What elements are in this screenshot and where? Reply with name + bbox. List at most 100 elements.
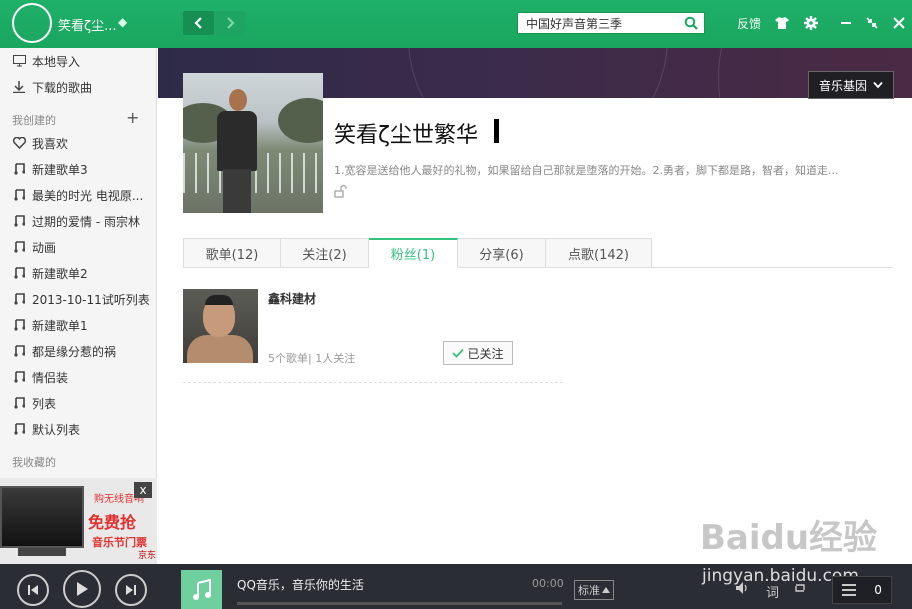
music-note-icon <box>12 319 26 331</box>
music-note-icon <box>12 397 26 409</box>
progress-bar[interactable] <box>237 602 562 605</box>
search-input[interactable] <box>518 13 678 33</box>
sidebar-item-playlist[interactable]: 默认列表 <box>0 416 157 442</box>
close-icon[interactable] <box>890 14 908 32</box>
ad-tv-stand <box>18 548 66 556</box>
photo-person-body <box>217 111 257 171</box>
sidebar-item-label: 新建歌单3 <box>32 162 88 177</box>
baidu-watermark: Baidu经验 <box>700 518 878 558</box>
tab-shares[interactable]: 分享(6) <box>458 238 546 268</box>
playlist-button[interactable]: 0 <box>832 576 892 604</box>
previous-icon <box>28 585 38 595</box>
add-playlist-icon[interactable]: + <box>126 108 139 127</box>
profile-tabs: 歌单(12) 关注(2) 粉丝(1) 分享(6) 点歌(142) <box>183 238 652 268</box>
vip-diamond-icon[interactable]: ◆ <box>118 15 127 29</box>
ad-close-button[interactable]: x <box>134 482 152 498</box>
banner-decoration <box>408 48 668 98</box>
sidebar-item-label: 新建歌单1 <box>32 318 88 333</box>
album-cover[interactable] <box>181 570 222 609</box>
collected-section-heading: 我收藏的 <box>12 456 56 469</box>
chevron-left-icon <box>193 17 202 29</box>
username-label[interactable]: 笑看ζ尘... <box>58 15 116 34</box>
fan-name[interactable]: 鑫科建材 <box>268 290 316 307</box>
play-time: 00:00 <box>532 577 564 590</box>
fan-divider <box>183 382 563 383</box>
profile-photo <box>183 73 323 213</box>
sidebar-item-label: 默认列表 <box>32 422 81 437</box>
settings-gear-icon[interactable] <box>802 14 820 32</box>
followed-button[interactable]: 已关注 <box>443 341 513 365</box>
tab-song-requests[interactable]: 点歌(142) <box>546 238 652 268</box>
nav-buttons <box>183 11 245 35</box>
forward-button[interactable] <box>214 11 245 35</box>
sidebar-item-playlist[interactable]: 列表 <box>0 390 157 416</box>
tab-following[interactable]: 关注(2) <box>281 238 369 268</box>
now-playing-title: QQ音乐，音乐你的生活 <box>237 578 364 592</box>
sidebar-item-playlist[interactable]: 新建歌单3 <box>0 156 157 182</box>
sidebar-item-label: 都是缘分惹的祸 <box>32 344 117 359</box>
created-section-heading: 我创建的 <box>12 114 56 127</box>
sidebar-item-downloads[interactable]: 下载的歌曲 <box>0 74 157 100</box>
previous-button[interactable] <box>17 574 49 606</box>
music-note-icon <box>12 241 26 253</box>
sidebar-item-playlist[interactable]: 动画 <box>0 234 157 260</box>
mini-mode-icon[interactable] <box>863 14 881 32</box>
photo-person-legs <box>223 169 251 213</box>
ad-brand: 京东 <box>138 551 157 561</box>
search-box <box>517 12 705 34</box>
sidebar-item-label: 动画 <box>32 240 57 255</box>
sidebar-item-playlist[interactable]: 都是缘分惹的祸 <box>0 338 157 364</box>
skin-shirt-icon[interactable] <box>773 14 791 32</box>
sidebar-item-playlist[interactable]: 新建歌单2 <box>0 260 157 286</box>
sidebar-item-label: 最美的时光 电视原... <box>32 188 144 203</box>
fan-avatar-body <box>187 335 253 363</box>
music-note-icon <box>12 215 26 227</box>
feedback-link[interactable]: 反馈 <box>737 15 761 32</box>
user-avatar[interactable] <box>12 3 52 43</box>
playlist-icon <box>842 584 857 596</box>
monitor-icon <box>12 55 26 67</box>
quality-selector[interactable]: 标准 <box>574 580 614 600</box>
music-note-icon <box>12 189 26 201</box>
photo-person-head <box>229 89 247 111</box>
music-note-icon <box>12 371 26 383</box>
chevron-down-icon <box>873 81 883 89</box>
chevron-right-icon <box>226 17 235 29</box>
fan-avatar[interactable] <box>183 289 258 363</box>
tab-playlists[interactable]: 歌单(12) <box>183 238 281 268</box>
sidebar-ad-banner[interactable]: 购无线音响 免费抢 音乐节门票 京东 x <box>0 478 157 564</box>
followed-label: 已关注 <box>467 346 504 361</box>
caret-up-icon <box>602 587 610 593</box>
play-button[interactable] <box>63 570 101 608</box>
sidebar-item-playlist[interactable]: 情侣装 <box>0 364 157 390</box>
sidebar: 本地导入 下载的歌曲 我创建的 + 我喜欢 新建歌单3 最美的时光 电视原...… <box>0 48 157 564</box>
music-note-icon <box>192 578 211 600</box>
music-note-icon <box>12 163 26 175</box>
download-icon <box>12 81 26 93</box>
next-button[interactable] <box>115 574 147 606</box>
sidebar-item-local-import[interactable]: 本地导入 <box>0 48 157 74</box>
sidebar-item-playlist[interactable]: 2013-10-11试听列表 <box>0 286 157 312</box>
minimize-icon[interactable] <box>837 14 855 32</box>
sidebar-item-playlist[interactable]: 新建歌单1 <box>0 312 157 338</box>
unlock-icon[interactable] <box>334 184 348 198</box>
sidebar-item-playlist[interactable]: 最美的时光 电视原... <box>0 182 157 208</box>
heart-icon <box>12 137 26 149</box>
tab-fans[interactable]: 粉丝(1) <box>369 238 458 268</box>
search-icon[interactable] <box>684 16 698 30</box>
back-button[interactable] <box>183 11 214 35</box>
sidebar-item-label: 新建歌单2 <box>32 266 88 281</box>
music-note-icon <box>12 293 26 305</box>
music-note-icon <box>12 267 26 279</box>
sidebar-item-label: 过期的爱情 - 雨宗林 <box>32 214 140 229</box>
top-bar: 笑看ζ尘... ◆ 反馈 <box>0 0 912 48</box>
sidebar-item-favorites[interactable]: 我喜欢 <box>0 130 157 156</box>
tab-underline <box>651 267 893 268</box>
music-note-icon <box>12 345 26 357</box>
sidebar-item-playlist[interactable]: 过期的爱情 - 雨宗林 <box>0 208 157 234</box>
sidebar-item-label: 下载的歌曲 <box>32 80 93 95</box>
playlist-count: 0 <box>874 583 882 597</box>
music-gene-button[interactable]: 音乐基因 <box>808 71 894 99</box>
sidebar-item-label: 我喜欢 <box>32 136 69 151</box>
next-icon <box>126 585 136 595</box>
